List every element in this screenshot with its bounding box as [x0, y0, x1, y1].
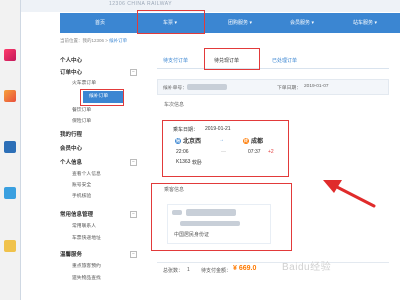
passenger-detail-redacted	[186, 209, 236, 216]
order-number-label: 候补单号：	[163, 86, 187, 91]
sidebar-item-lost-items[interactable]: 遗失物品查找	[72, 274, 101, 281]
travel-date-label: 乘车日期：	[173, 127, 199, 133]
collapse-icon[interactable]: −	[130, 211, 137, 218]
site-header: 12306 CHINA RAILWAY	[21, 0, 400, 12]
annotation-box-tickets	[137, 10, 205, 34]
passenger-name-redacted	[172, 210, 182, 215]
amount-label: 待支付金额：	[201, 268, 232, 274]
main-nav: 首页 车票 ▾ 团购服务 ▾ 会员服务 ▾ 站车服务 ▾	[60, 13, 400, 33]
travel-date: 2019-01-21	[205, 126, 231, 132]
to-station-name: 成都	[251, 139, 264, 145]
video-app-icon[interactable]	[4, 141, 16, 153]
arrow-head	[323, 180, 342, 193]
from-station: 始北京西	[175, 136, 201, 145]
photo-app-icon[interactable]	[4, 90, 16, 102]
breadcrumb-current[interactable]: 候补订单	[109, 38, 127, 43]
destination-badge-icon: 终	[243, 138, 249, 145]
passenger-id-redacted	[180, 221, 240, 226]
passenger-info-title: 乘客信息	[164, 187, 185, 193]
train-info-title: 车次信息	[164, 102, 185, 108]
collapse-icon[interactable]: −	[130, 69, 137, 76]
sidebar-item-account-security[interactable]: 账号安全	[72, 181, 91, 188]
window-edge	[20, 0, 21, 300]
annotation-box-tab	[204, 48, 260, 70]
nav-home[interactable]: 首页	[72, 13, 128, 33]
sidebar-section-frequent-info[interactable]: 常用信息管理	[60, 210, 93, 218]
nav-group-label: 团购服务	[228, 20, 249, 26]
sidebar-item-view-profile[interactable]: 查看个人信息	[72, 170, 101, 177]
tab-pending-payment[interactable]: 待支付订单	[163, 55, 188, 67]
collapse-icon[interactable]: −	[130, 159, 137, 166]
sidebar-section-order-center[interactable]: 订单中心	[60, 68, 82, 76]
sidebar-section-my-trips[interactable]: 我的行程	[60, 130, 82, 138]
sidebar-section-member[interactable]: 会员中心	[60, 144, 82, 152]
from-station-name: 北京西	[183, 139, 202, 145]
chevron-down-icon: ▾	[374, 20, 377, 26]
sidebar-item-insurance-orders[interactable]: 保险订单	[72, 117, 91, 124]
order-date-label: 下单日期：	[277, 86, 301, 91]
seat-type: 软卧	[192, 160, 203, 166]
sidebar-item-ticket-orders[interactable]: 火车票订单	[72, 79, 96, 86]
nav-home-label: 首页	[94, 20, 105, 26]
order-date: 2019-01-07	[304, 84, 329, 89]
folder-app-icon[interactable]	[4, 187, 16, 199]
order-number-redacted	[187, 84, 227, 90]
id-type: 中国居民身份证	[174, 232, 210, 238]
collapse-icon[interactable]: −	[130, 251, 137, 258]
plus-days: +2	[268, 149, 274, 155]
site-logo: 12306 CHINA RAILWAY	[109, 1, 173, 7]
sidebar-section-personal-center[interactable]: 个人中心	[60, 56, 82, 64]
sidebar-item-meal-orders[interactable]: 餐饮订单	[72, 106, 91, 113]
arrow-right-icon: →	[219, 137, 224, 143]
chevron-down-icon: ▾	[249, 20, 252, 26]
origin-badge-icon: 始	[175, 138, 181, 145]
nav-group-service[interactable]: 团购服务 ▾	[210, 13, 270, 33]
breadcrumb-path: 当前位置：我的12306 >	[60, 38, 110, 43]
train-number[interactable]: K1363	[176, 159, 190, 165]
order-footer	[157, 262, 389, 282]
music-app-icon[interactable]	[4, 49, 16, 61]
sidebar-section-personal-info[interactable]: 个人信息	[60, 158, 82, 166]
nav-station-label: 站车服务	[353, 20, 374, 26]
arrive-time: 07:37	[248, 149, 261, 155]
arrow-shaft	[333, 184, 376, 208]
chevron-down-icon: ▾	[311, 20, 314, 26]
sidebar-item-frequent-passengers[interactable]: 常用联系人	[72, 222, 96, 229]
to-station: 终成都	[243, 136, 263, 145]
duration-dash: —	[221, 149, 226, 155]
ticket-count: 1	[187, 267, 190, 273]
notes-app-icon[interactable]	[4, 240, 16, 252]
sidebar-item-key-passenger[interactable]: 重点旅客预约	[72, 262, 101, 269]
tabs-divider	[157, 68, 389, 69]
sidebar-item-address[interactable]: 车票快递地址	[72, 234, 101, 241]
sidebar-section-warm-service[interactable]: 温馨服务	[60, 250, 82, 258]
desktop-app-strip	[0, 0, 20, 300]
annotation-box-standby	[80, 89, 124, 106]
nav-member-label: 会员服务	[290, 20, 311, 26]
watermark: Baidu经验	[282, 262, 332, 273]
ticket-count-label: 总张数：	[163, 268, 184, 274]
nav-member-service[interactable]: 会员服务 ▾	[272, 13, 332, 33]
breadcrumb: 当前位置：我的12306 > 候补订单	[60, 38, 127, 44]
depart-time: 22:06	[176, 149, 189, 155]
tab-processed[interactable]: 已处理订单	[272, 55, 297, 67]
nav-station-service[interactable]: 站车服务 ▾	[335, 13, 395, 33]
amount-value: ¥ 669.0	[233, 265, 257, 272]
sidebar-item-phone-verify[interactable]: 手机核验	[72, 192, 91, 199]
